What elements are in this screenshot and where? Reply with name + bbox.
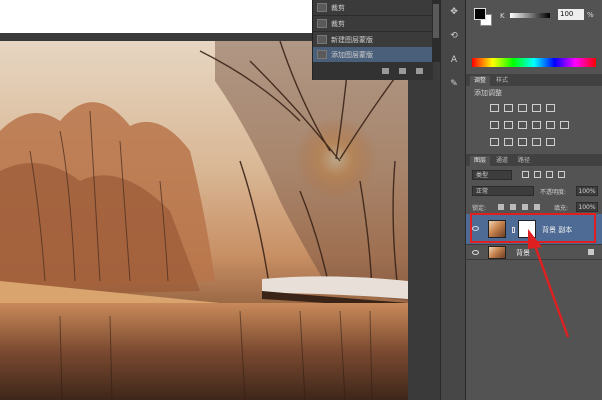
selective-color-icon[interactable] — [546, 138, 555, 146]
panel-dock-icons: ✥ ⟲ A ✎ — [440, 0, 466, 400]
k-value-input[interactable]: 100 — [558, 9, 584, 20]
blend-mode-select[interactable]: 正常 — [472, 186, 534, 196]
threshold-icon[interactable] — [518, 138, 527, 146]
gradient-map-icon[interactable] — [532, 138, 541, 146]
exposure-icon[interactable] — [532, 104, 541, 112]
curves-icon[interactable] — [518, 104, 527, 112]
history-item[interactable]: 裁剪 — [313, 0, 433, 16]
annotation-arrow — [528, 229, 570, 338]
history-state-icon — [317, 35, 327, 44]
history-brush-icon[interactable]: ⟲ — [447, 30, 461, 42]
black-white-icon[interactable] — [518, 121, 527, 129]
tab-channels[interactable]: 通道 — [492, 156, 513, 166]
lock-image-icon[interactable] — [510, 204, 516, 210]
channel-mixer-icon[interactable] — [546, 121, 555, 129]
tab-styles[interactable]: 样式 — [492, 76, 513, 86]
tab-layers[interactable]: 图层 — [470, 156, 491, 166]
fill-input[interactable]: 100% — [576, 202, 598, 212]
history-scrollbar[interactable] — [432, 0, 440, 62]
history-state-icon — [317, 50, 327, 59]
lock-transparent-icon[interactable] — [498, 204, 504, 210]
tab-adjustments[interactable]: 调整 — [470, 76, 491, 86]
canvas-frame-edge — [0, 33, 312, 41]
vibrance-icon[interactable] — [546, 104, 555, 112]
history-item-label: 裁剪 — [331, 19, 345, 28]
history-item-label: 添加图层蒙版 — [331, 50, 373, 59]
filter-shape-icon[interactable] — [558, 171, 565, 178]
history-item[interactable]: 裁剪 — [313, 16, 433, 32]
document-top-strip — [0, 0, 312, 41]
adjustments-title: 添加调整 — [474, 89, 502, 97]
filter-adjustment-icon[interactable] — [534, 171, 541, 178]
lock-all-icon[interactable] — [534, 204, 540, 210]
lock-label: 锁定: — [472, 205, 487, 212]
filter-type-icon[interactable] — [546, 171, 553, 178]
fill-label: 填充: — [554, 205, 569, 212]
channel-label: K — [500, 12, 505, 20]
history-state-icon — [317, 19, 327, 28]
color-panel: K 100 % — [466, 0, 602, 78]
scrollbar-thumb[interactable] — [433, 4, 439, 38]
color-lookup-icon[interactable] — [560, 121, 569, 129]
color-balance-icon[interactable] — [504, 121, 513, 129]
layer-filter-select[interactable]: 类型 — [472, 170, 512, 180]
visibility-eye-icon[interactable] — [472, 250, 479, 255]
history-item-label: 新建图层蒙版 — [331, 35, 373, 44]
brush-icon[interactable]: ✎ — [447, 78, 461, 90]
winter-forest-photo — [0, 41, 408, 400]
opacity-label: 不透明度: — [540, 189, 567, 196]
levels-icon[interactable] — [504, 104, 513, 112]
foreground-color-swatch[interactable] — [474, 8, 486, 20]
hue-saturation-icon[interactable] — [490, 121, 499, 129]
history-item-active[interactable]: 添加图层蒙版 — [313, 47, 433, 63]
k-unit: % — [587, 11, 594, 19]
invert-icon[interactable] — [490, 138, 499, 146]
delete-state-icon[interactable] — [416, 68, 423, 74]
background-lock-icon — [588, 249, 594, 255]
new-snapshot-icon[interactable] — [399, 68, 406, 74]
workspace-background — [408, 80, 440, 400]
history-panel: 裁剪 裁剪 新建图层蒙版 添加图层蒙版 — [312, 0, 440, 80]
history-footer — [313, 62, 433, 80]
adjustments-tabs: 调整 样式 — [466, 74, 602, 86]
history-state-icon — [317, 3, 327, 12]
move-tool-icon[interactable]: ✥ — [447, 6, 461, 18]
opacity-input[interactable]: 100% — [576, 186, 598, 196]
posterize-icon[interactable] — [504, 138, 513, 146]
new-document-from-state-icon[interactable] — [382, 68, 389, 74]
history-item[interactable]: 新建图层蒙版 — [313, 32, 433, 48]
color-spectrum-bar[interactable] — [472, 58, 596, 67]
layers-tabs: 图层 通道 路径 — [466, 154, 602, 166]
layer-thumbnail[interactable] — [488, 246, 506, 259]
text-tool-icon[interactable]: A — [447, 54, 461, 66]
document-canvas[interactable] — [0, 41, 408, 400]
tab-paths[interactable]: 路径 — [514, 156, 535, 166]
lock-position-icon[interactable] — [522, 204, 528, 210]
filter-pixel-icon[interactable] — [522, 171, 529, 178]
k-channel-slider[interactable] — [510, 13, 550, 18]
photo-filter-icon[interactable] — [532, 121, 541, 129]
brightness-icon[interactable] — [490, 104, 499, 112]
history-item-label: 裁剪 — [331, 3, 345, 12]
